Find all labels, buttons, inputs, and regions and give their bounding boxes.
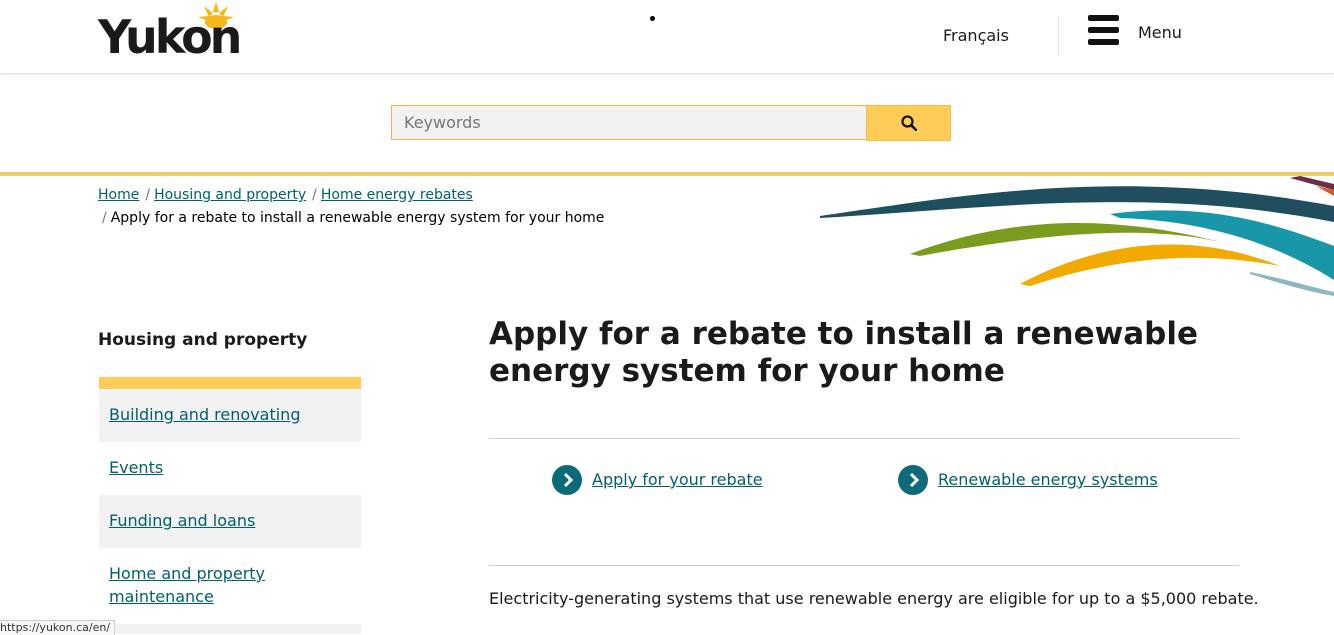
- breadcrumb-home[interactable]: Home: [98, 187, 139, 203]
- sidebar-item-funding: Funding and loans: [99, 495, 361, 548]
- status-bar-url: https://yukon.ca/en/: [0, 620, 116, 635]
- chevron-right-icon: [552, 465, 582, 495]
- language-toggle-link[interactable]: Français: [943, 26, 1009, 45]
- breadcrumb-current: Apply for a rebate to install a renewabl…: [110, 210, 605, 226]
- apply-rebate-link[interactable]: Apply for your rebate: [592, 470, 763, 489]
- breadcrumb: Home / Housing and property / Home energy re…: [98, 182, 818, 209]
- renewable-systems-link[interactable]: Renewable energy systems: [938, 470, 1158, 489]
- chevron-right-icon: [898, 465, 928, 495]
- breadcrumb-separator: /: [312, 187, 317, 203]
- sidebar-title: Housing and property: [98, 330, 308, 350]
- sidebar-accent-bar: [99, 377, 361, 389]
- search-button[interactable]: [866, 105, 951, 141]
- page-title: Apply for a rebate to install a renewabl…: [489, 316, 1198, 389]
- site-header: Yukon Français Menu: [0, 0, 1334, 74]
- search-icon: [901, 115, 917, 131]
- sidebar-nav: Building and renovating Events Funding a…: [99, 389, 361, 622]
- content-divider: [489, 438, 1239, 439]
- content-divider: [489, 565, 1239, 566]
- decorative-waves: [820, 176, 1334, 296]
- sidebar-link[interactable]: Events: [109, 458, 163, 477]
- sidebar-link[interactable]: Home and property maintenance: [109, 564, 265, 606]
- logo-wordmark: Yukon: [98, 10, 242, 64]
- intro-paragraph: Electricity-generating systems that use …: [489, 589, 1259, 608]
- header-dot: [650, 16, 655, 21]
- hamburger-icon: [1088, 15, 1120, 47]
- sidebar-link[interactable]: Building and renovating: [109, 405, 300, 424]
- menu-label: Menu: [1138, 23, 1182, 42]
- sidebar-item-events: Events: [99, 442, 361, 495]
- breadcrumb-separator: /: [102, 210, 107, 226]
- search-input[interactable]: [391, 105, 867, 140]
- sidebar-link[interactable]: Funding and loans: [109, 511, 255, 530]
- sidebar-item-next: [99, 624, 361, 634]
- header-divider: [1058, 16, 1059, 56]
- yukon-logo[interactable]: Yukon: [98, 0, 258, 70]
- breadcrumb-housing[interactable]: Housing and property: [154, 187, 306, 203]
- breadcrumb-energy-rebates[interactable]: Home energy rebates: [321, 187, 473, 203]
- sidebar-item-building: Building and renovating: [99, 389, 361, 442]
- breadcrumb-separator: /: [145, 187, 151, 203]
- menu-button[interactable]: Menu: [1088, 15, 1188, 47]
- sidebar-item-maintenance: Home and property maintenance: [99, 548, 361, 622]
- breadcrumb-current-row: / Apply for a rebate to install a renewab…: [102, 209, 604, 227]
